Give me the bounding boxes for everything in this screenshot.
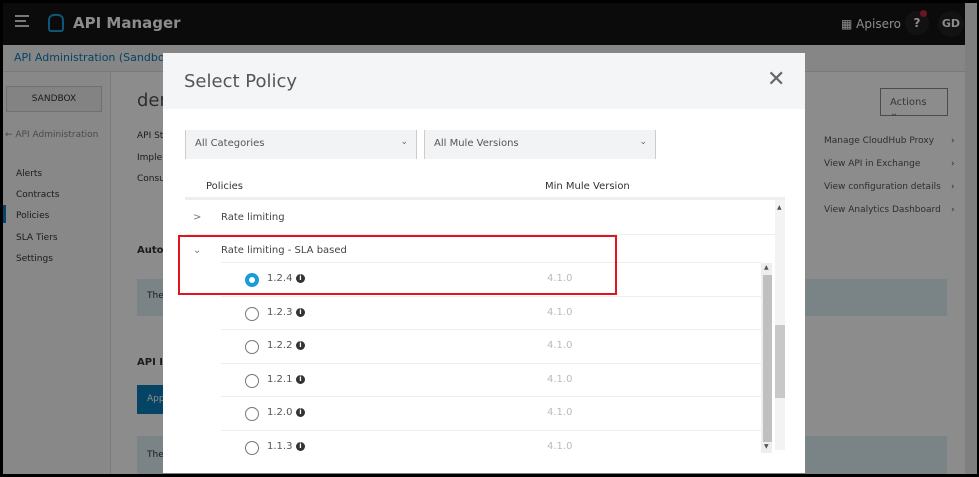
- policy-name: Rate limiting: [221, 212, 285, 223]
- header-divider: [185, 197, 785, 200]
- info-icon[interactable]: i: [296, 341, 305, 350]
- chevron-down-icon: ⌄: [400, 137, 408, 147]
- chevron-down-icon: ⌄: [639, 137, 647, 147]
- version-label: 1.2.1: [267, 373, 293, 385]
- version-row[interactable]: 1.2.3 i 4.1.0: [221, 297, 761, 330]
- dialog-header: Select Policy ✕: [163, 53, 805, 109]
- select-policy-dialog: Select Policy ✕ All Categories ⌄ All Mule…: [163, 53, 805, 473]
- mule-version-select[interactable]: All Mule Versions ⌄: [424, 130, 656, 159]
- chevron-right-icon[interactable]: >: [193, 212, 201, 223]
- policy-row-rate-limiting[interactable]: > Rate limiting: [185, 202, 775, 235]
- info-icon[interactable]: i: [296, 374, 305, 384]
- version-radio[interactable]: [245, 340, 259, 354]
- min-mule-version: 4.1.0: [547, 373, 573, 385]
- column-header-policies: Policies: [206, 181, 243, 192]
- version-label: 1.2.2: [267, 340, 293, 351]
- info-icon[interactable]: i: [296, 408, 305, 417]
- policies-scrollbar-thumb[interactable]: [775, 325, 785, 398]
- column-header-min-mule-version: Min Mule Version: [545, 181, 630, 192]
- scroll-up-arrow-icon[interactable]: ▲: [764, 264, 769, 271]
- mule-version-select-value: All Mule Versions: [434, 138, 519, 149]
- category-select[interactable]: All Categories ⌄: [185, 130, 417, 159]
- min-mule-version: 4.1.0: [547, 407, 573, 418]
- version-label: 1.2.3: [267, 306, 293, 318]
- min-mule-version: 4.1.0: [547, 340, 573, 351]
- info-icon[interactable]: i: [296, 307, 305, 317]
- version-row[interactable]: 1.2.2 i 4.1.0: [221, 330, 761, 364]
- version-row[interactable]: 1.2.0 i 4.1.0: [221, 397, 761, 431]
- version-radio[interactable]: [245, 407, 259, 421]
- versions-scrollbar-thumb[interactable]: [763, 275, 772, 442]
- highlight-box: [178, 235, 617, 295]
- version-label: 1.1.3: [267, 440, 293, 452]
- version-row[interactable]: 1.2.1 i 4.1.0: [221, 364, 761, 397]
- version-row[interactable]: 1.1.3 i 4.1.0: [221, 431, 761, 457]
- min-mule-version: 4.1.0: [547, 306, 573, 318]
- version-radio[interactable]: [245, 440, 259, 455]
- category-select-value: All Categories: [195, 138, 265, 149]
- min-mule-version: 4.1.0: [547, 440, 573, 452]
- scroll-up-arrow-icon[interactable]: ▲: [777, 204, 782, 211]
- close-icon[interactable]: ✕: [767, 67, 785, 92]
- scroll-down-arrow-icon[interactable]: ▼: [764, 443, 769, 450]
- dialog-title: Select Policy: [184, 71, 298, 92]
- browser-viewport: API Manager ▦ Apisero ? GD API Administr…: [3, 3, 977, 474]
- version-radio[interactable]: [245, 373, 259, 388]
- version-label: 1.2.0: [267, 407, 293, 418]
- version-radio[interactable]: [245, 306, 259, 321]
- info-icon[interactable]: i: [296, 441, 305, 451]
